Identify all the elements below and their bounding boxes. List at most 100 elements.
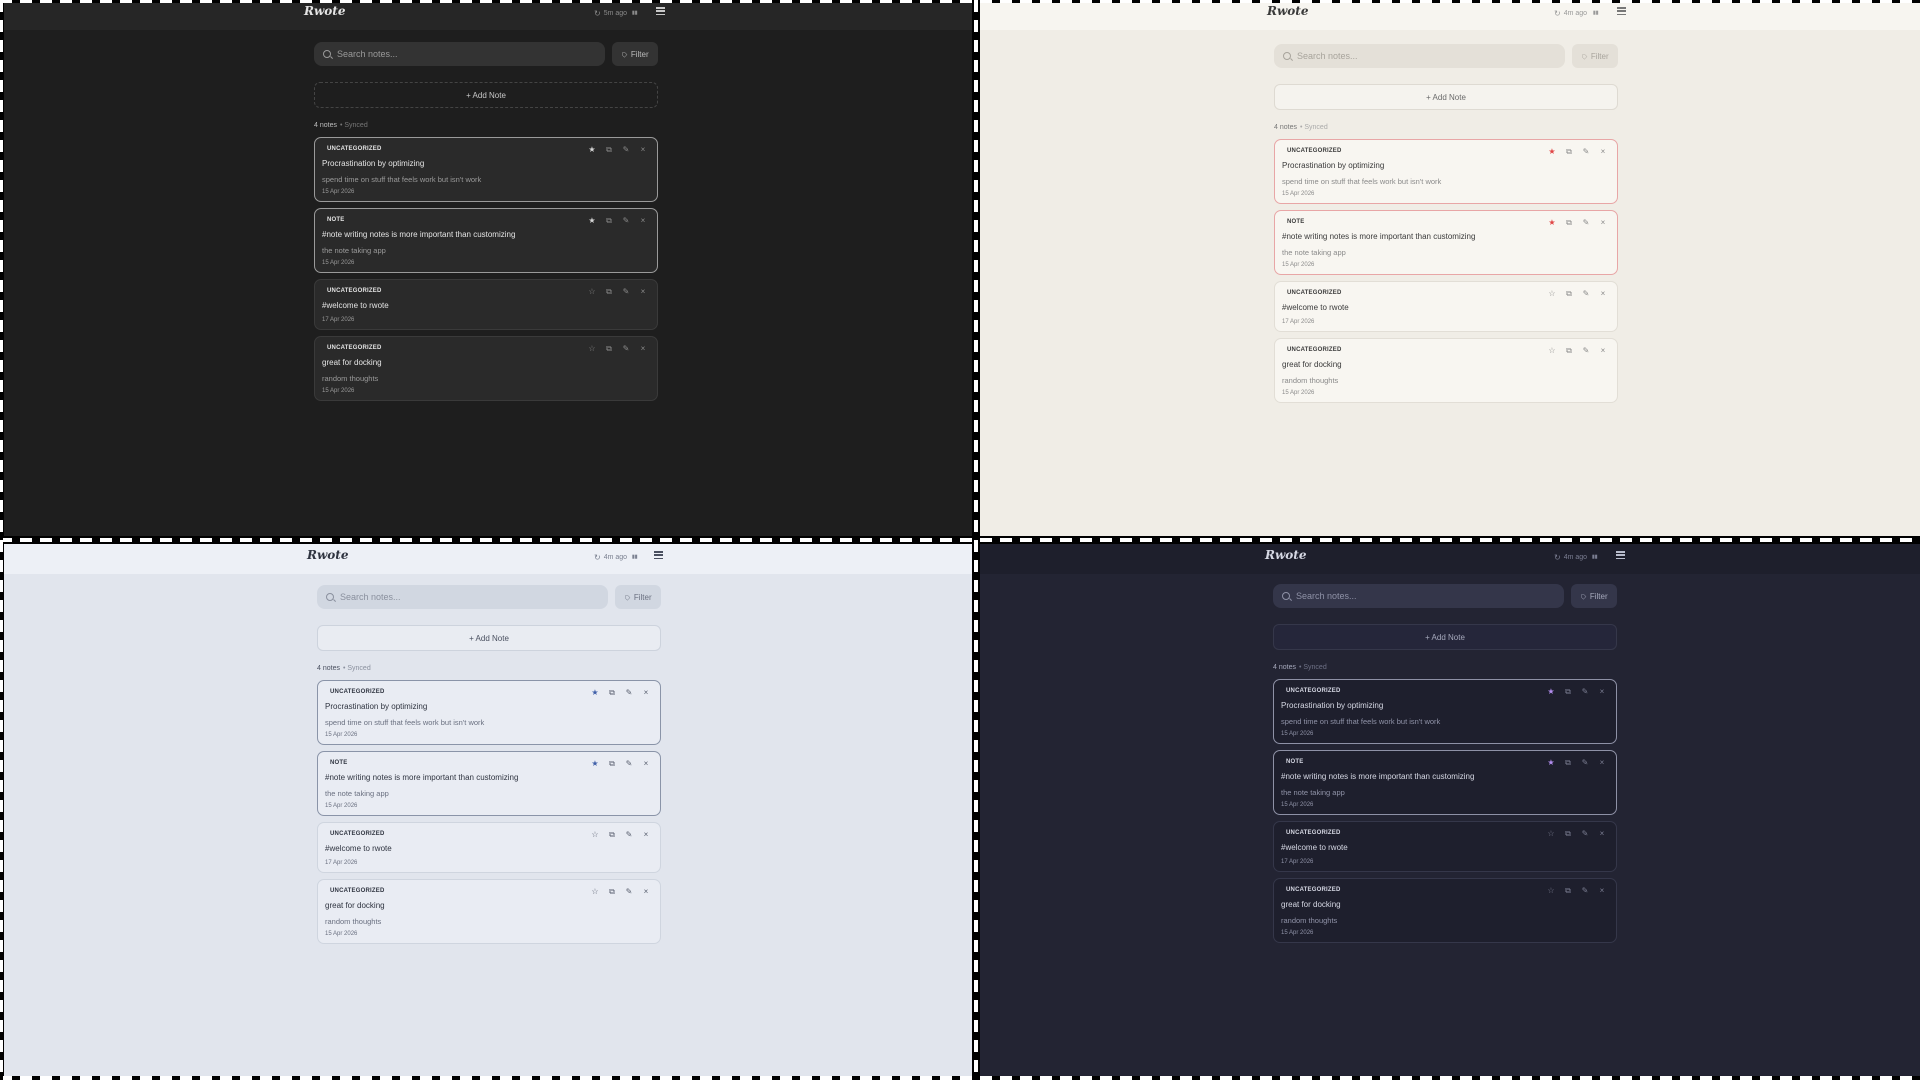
filter-button[interactable]: ⌂ Filter — [1571, 584, 1617, 608]
duplicate-icon[interactable]: ⧉ — [1564, 886, 1572, 896]
star-icon[interactable]: ☆ — [1548, 346, 1556, 356]
app-logo[interactable]: Rwote — [1265, 548, 1306, 562]
close-icon[interactable]: × — [1598, 886, 1606, 896]
sync-status[interactable]: ↻ 4m ago — [1554, 9, 1587, 18]
duplicate-icon[interactable]: ⧉ — [1565, 289, 1573, 299]
hamburger-menu-icon[interactable] — [1617, 7, 1626, 15]
note-card[interactable]: NOTE #note writing notes is more importan… — [1274, 210, 1618, 275]
filter-button[interactable]: ⌂ Filter — [615, 585, 661, 609]
star-icon[interactable]: ☆ — [1547, 886, 1555, 896]
close-icon[interactable]: × — [1598, 758, 1606, 768]
search-input[interactable]: Search notes... — [317, 585, 608, 609]
duplicate-icon[interactable]: ⧉ — [1565, 346, 1573, 356]
edit-icon[interactable]: ✎ — [622, 287, 630, 297]
duplicate-icon[interactable]: ⧉ — [1565, 147, 1573, 157]
edit-icon[interactable]: ✎ — [622, 216, 630, 226]
star-icon[interactable]: ★ — [588, 145, 596, 155]
duplicate-icon[interactable]: ⧉ — [1564, 758, 1572, 768]
edit-icon[interactable]: ✎ — [1581, 886, 1589, 896]
star-icon[interactable]: ★ — [591, 759, 599, 769]
edit-icon[interactable]: ✎ — [622, 344, 630, 354]
star-icon[interactable]: ☆ — [591, 830, 599, 840]
duplicate-icon[interactable]: ⧉ — [1564, 687, 1572, 697]
add-note-button[interactable]: + Add Note — [317, 625, 661, 651]
bar-chart-icon[interactable]: ▮▮ — [632, 10, 638, 16]
duplicate-icon[interactable]: ⧉ — [608, 688, 616, 698]
star-icon[interactable]: ★ — [1547, 687, 1555, 697]
edit-icon[interactable]: ✎ — [1581, 758, 1589, 768]
duplicate-icon[interactable]: ⧉ — [605, 216, 613, 226]
edit-icon[interactable]: ✎ — [1581, 829, 1589, 839]
note-card[interactable]: UNCATEGORIZED #welcome to rwote 17 Apr 202… — [1274, 281, 1618, 332]
app-logo[interactable]: Rwote — [307, 548, 348, 562]
edit-icon[interactable]: ✎ — [625, 830, 633, 840]
star-icon[interactable]: ★ — [1547, 758, 1555, 768]
duplicate-icon[interactable]: ⧉ — [605, 145, 613, 155]
duplicate-icon[interactable]: ⧉ — [608, 830, 616, 840]
bar-chart-icon[interactable]: ▮▮ — [632, 554, 638, 560]
close-icon[interactable]: × — [1598, 687, 1606, 697]
edit-icon[interactable]: ✎ — [1582, 346, 1590, 356]
note-card[interactable]: UNCATEGORIZED Procrastination by optimizi… — [1274, 139, 1618, 204]
hamburger-menu-icon[interactable] — [656, 7, 665, 15]
search-input[interactable]: Search notes... — [314, 42, 605, 66]
star-icon[interactable]: ☆ — [1547, 829, 1555, 839]
edit-icon[interactable]: ✎ — [625, 759, 633, 769]
note-card[interactable]: NOTE #note writing notes is more importan… — [317, 751, 661, 816]
note-card[interactable]: NOTE #note writing notes is more importan… — [1273, 750, 1617, 815]
note-card[interactable]: UNCATEGORIZED great for docking random tho… — [1274, 338, 1618, 403]
close-icon[interactable]: × — [639, 344, 647, 354]
bar-chart-icon[interactable]: ▮▮ — [1593, 10, 1599, 16]
star-icon[interactable]: ★ — [1548, 218, 1556, 228]
sync-status[interactable]: ↻ 5m ago — [594, 9, 627, 18]
duplicate-icon[interactable]: ⧉ — [605, 287, 613, 297]
edit-icon[interactable]: ✎ — [1581, 687, 1589, 697]
edit-icon[interactable]: ✎ — [625, 688, 633, 698]
duplicate-icon[interactable]: ⧉ — [1564, 829, 1572, 839]
note-card[interactable]: UNCATEGORIZED great for docking random tho… — [1273, 878, 1617, 943]
note-card[interactable]: UNCATEGORIZED Procrastination by optimizi… — [317, 680, 661, 745]
note-card[interactable]: UNCATEGORIZED Procrastination by optimizi… — [314, 137, 658, 202]
note-card[interactable]: UNCATEGORIZED great for docking random tho… — [317, 879, 661, 944]
note-card[interactable]: NOTE #note writing notes is more importan… — [314, 208, 658, 273]
hamburger-menu-icon[interactable] — [1616, 551, 1625, 559]
app-logo[interactable]: Rwote — [304, 4, 345, 18]
close-icon[interactable]: × — [1598, 829, 1606, 839]
note-card[interactable]: UNCATEGORIZED great for docking random tho… — [314, 336, 658, 401]
edit-icon[interactable]: ✎ — [1582, 218, 1590, 228]
close-icon[interactable]: × — [1599, 218, 1607, 228]
close-icon[interactable]: × — [639, 287, 647, 297]
edit-icon[interactable]: ✎ — [622, 145, 630, 155]
close-icon[interactable]: × — [639, 216, 647, 226]
sync-status[interactable]: ↻ 4m ago — [1554, 553, 1587, 562]
close-icon[interactable]: × — [642, 688, 650, 698]
star-icon[interactable]: ★ — [1548, 147, 1556, 157]
edit-icon[interactable]: ✎ — [1582, 147, 1590, 157]
duplicate-icon[interactable]: ⧉ — [608, 887, 616, 897]
app-logo[interactable]: Rwote — [1267, 4, 1308, 18]
star-icon[interactable]: ☆ — [1548, 289, 1556, 299]
edit-icon[interactable]: ✎ — [1582, 289, 1590, 299]
add-note-button[interactable]: + Add Note — [1273, 624, 1617, 650]
star-icon[interactable]: ★ — [591, 688, 599, 698]
note-card[interactable]: UNCATEGORIZED Procrastination by optimizi… — [1273, 679, 1617, 744]
search-input[interactable]: Search notes... — [1274, 44, 1565, 68]
duplicate-icon[interactable]: ⧉ — [608, 759, 616, 769]
close-icon[interactable]: × — [1599, 346, 1607, 356]
edit-icon[interactable]: ✎ — [625, 887, 633, 897]
bar-chart-icon[interactable]: ▮▮ — [1592, 554, 1598, 560]
duplicate-icon[interactable]: ⧉ — [1565, 218, 1573, 228]
note-card[interactable]: UNCATEGORIZED #welcome to rwote 17 Apr 202… — [314, 279, 658, 330]
close-icon[interactable]: × — [639, 145, 647, 155]
close-icon[interactable]: × — [642, 887, 650, 897]
star-icon[interactable]: ☆ — [588, 344, 596, 354]
star-icon[interactable]: ★ — [588, 216, 596, 226]
add-note-button[interactable]: + Add Note — [314, 82, 658, 108]
note-card[interactable]: UNCATEGORIZED #welcome to rwote 17 Apr 202… — [1273, 821, 1617, 872]
star-icon[interactable]: ☆ — [591, 887, 599, 897]
note-card[interactable]: UNCATEGORIZED #welcome to rwote 17 Apr 202… — [317, 822, 661, 873]
sync-status[interactable]: ↻ 4m ago — [594, 553, 627, 562]
close-icon[interactable]: × — [1599, 147, 1607, 157]
close-icon[interactable]: × — [642, 759, 650, 769]
search-input[interactable]: Search notes... — [1273, 584, 1564, 608]
